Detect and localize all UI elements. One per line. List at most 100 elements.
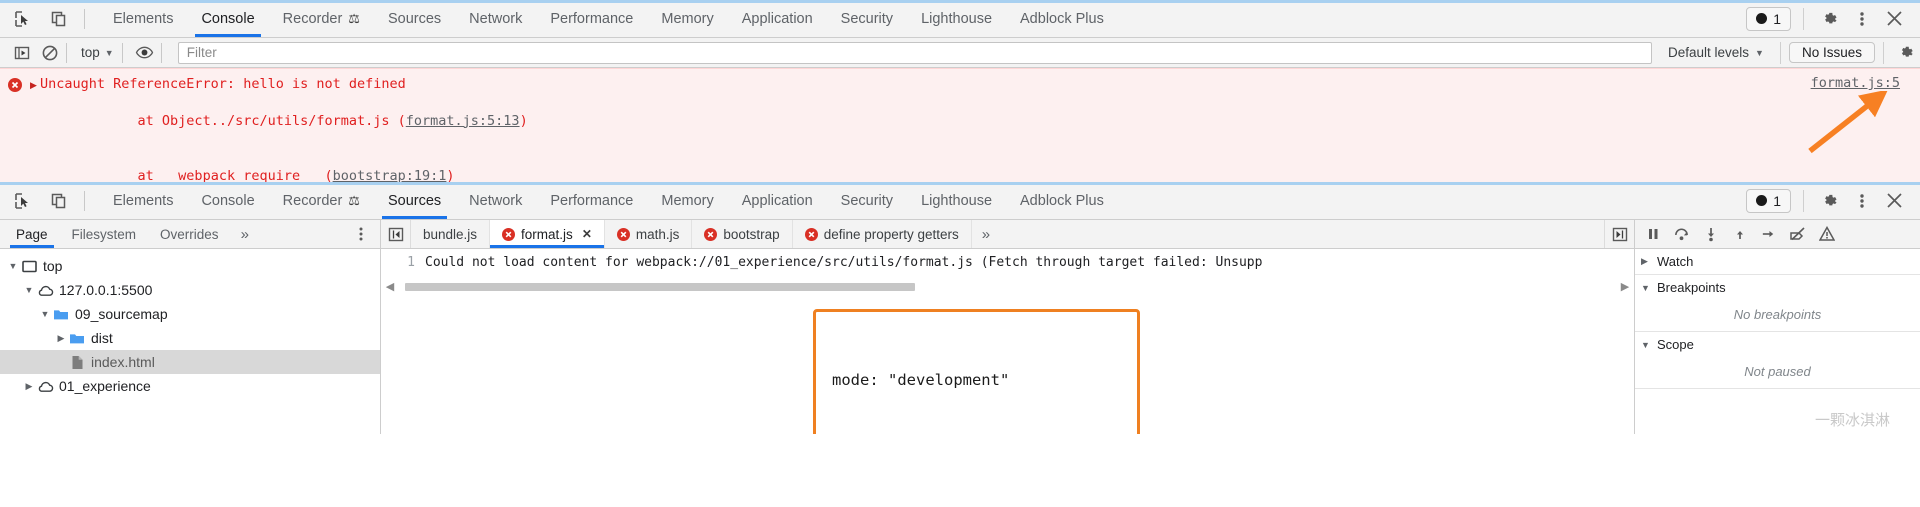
- tree-item-folder-09sourcemap[interactable]: ▼ 09_sourcemap: [0, 302, 380, 326]
- clear-console-icon[interactable]: [36, 41, 64, 65]
- stack-link[interactable]: bootstrap:19:1: [333, 168, 447, 182]
- live-expression-eye-icon[interactable]: [131, 41, 159, 65]
- twisty-open-icon[interactable]: ▼: [1641, 283, 1651, 293]
- step-over-icon[interactable]: [1668, 222, 1695, 246]
- twisty-closed-icon[interactable]: ▶: [54, 333, 68, 344]
- sources-top-tabbar: Elements Console Recorder ⚖ Sources Netwo…: [0, 182, 1920, 220]
- step-icon[interactable]: [1755, 222, 1782, 246]
- tab-performance[interactable]: Performance: [536, 182, 647, 219]
- no-issues-button[interactable]: No Issues: [1788, 42, 1875, 63]
- device-toolbar-icon[interactable]: [46, 188, 72, 214]
- device-toolbar-icon[interactable]: [46, 6, 72, 32]
- folder-icon: [52, 308, 70, 321]
- inspect-element-icon[interactable]: [10, 6, 36, 32]
- tab-application[interactable]: Application: [728, 0, 827, 37]
- nav-tab-page[interactable]: Page: [4, 220, 60, 248]
- log-levels-select[interactable]: Default levels ▼: [1660, 45, 1772, 60]
- execution-context-select[interactable]: top ▼: [75, 45, 120, 60]
- scroll-right-icon[interactable]: ▶: [1618, 280, 1632, 293]
- inspect-element-icon[interactable]: [10, 188, 36, 214]
- more-options-icon[interactable]: [1848, 5, 1876, 33]
- tab-network[interactable]: Network: [455, 182, 536, 219]
- expand-arrow-icon[interactable]: ▶: [30, 80, 37, 91]
- console-error-message[interactable]: ▶ Uncaught ReferenceError: hello is not …: [0, 68, 1920, 182]
- debugger-section-scope: ▼ Scope Not paused: [1635, 332, 1920, 389]
- tab-network[interactable]: Network: [455, 0, 536, 37]
- toolbar-separator: [84, 190, 85, 211]
- error-count-badge[interactable]: 1: [1746, 188, 1791, 213]
- nav-tab-filesystem[interactable]: Filesystem: [60, 220, 149, 248]
- breakpoints-section-header[interactable]: ▼ Breakpoints: [1635, 275, 1920, 300]
- scroll-left-icon[interactable]: ◀: [383, 280, 397, 293]
- stack-link[interactable]: format.js:5:13: [406, 113, 520, 129]
- editor-tab-define-property-getters[interactable]: define property getters: [793, 220, 972, 248]
- show-navigator-icon[interactable]: [1604, 220, 1634, 248]
- tree-item-origin[interactable]: ▼ 127.0.0.1:5500: [0, 278, 380, 302]
- pause-on-exceptions-icon[interactable]: [1813, 222, 1840, 246]
- tab-elements[interactable]: Elements: [99, 0, 187, 37]
- tab-lighthouse[interactable]: Lighthouse: [907, 0, 1006, 37]
- tab-adblock-plus[interactable]: Adblock Plus: [1006, 0, 1118, 37]
- stack-suffix: ): [446, 168, 455, 182]
- tab-application[interactable]: Application: [728, 182, 827, 219]
- console-settings-gear-icon[interactable]: [1892, 39, 1920, 67]
- pause-script-icon[interactable]: [1639, 222, 1666, 246]
- tree-item-folder-dist[interactable]: ▶ dist: [0, 326, 380, 350]
- step-out-icon[interactable]: [1726, 222, 1753, 246]
- close-icon[interactable]: ✕: [582, 227, 592, 241]
- navigator-overflow-icon[interactable]: »: [231, 220, 259, 248]
- settings-gear-icon[interactable]: [1816, 187, 1844, 215]
- scrollbar-thumb[interactable]: [405, 282, 915, 291]
- console-filter-input[interactable]: [177, 41, 1652, 64]
- tree-item-file-index-html[interactable]: index.html: [0, 350, 380, 374]
- tab-memory[interactable]: Memory: [647, 182, 727, 219]
- tab-elements[interactable]: Elements: [99, 182, 187, 219]
- watch-section-header[interactable]: ▶ Watch: [1635, 249, 1920, 274]
- devtools-console-window: Elements Console Recorder ⚖ Sources Netwo…: [0, 0, 1920, 182]
- editor-tab-format-js[interactable]: format.js ✕: [490, 220, 605, 248]
- tree-item-origin-01experience[interactable]: ▶ 01_experience: [0, 374, 380, 398]
- editor-tab-bootstrap[interactable]: bootstrap: [692, 220, 793, 248]
- tab-security[interactable]: Security: [827, 182, 907, 219]
- navigator-more-options-icon[interactable]: [342, 220, 380, 248]
- twisty-open-icon[interactable]: ▼: [22, 285, 36, 295]
- tab-sources[interactable]: Sources: [374, 182, 455, 219]
- tab-security[interactable]: Security: [827, 0, 907, 37]
- tab-console[interactable]: Console: [187, 0, 268, 37]
- error-count-badge[interactable]: 1: [1746, 6, 1791, 31]
- settings-gear-icon[interactable]: [1816, 5, 1844, 33]
- twisty-open-icon[interactable]: ▼: [6, 261, 20, 271]
- editor-tabs-overflow-icon[interactable]: »: [972, 220, 1000, 248]
- editor-horizontal-scrollbar[interactable]: ◀ ▶: [381, 279, 1634, 293]
- twisty-open-icon[interactable]: ▼: [38, 309, 52, 319]
- twisty-closed-icon[interactable]: ▶: [22, 381, 36, 392]
- tab-console[interactable]: Console: [187, 182, 268, 219]
- more-options-icon[interactable]: [1848, 187, 1876, 215]
- step-into-icon[interactable]: [1697, 222, 1724, 246]
- tab-recorder[interactable]: Recorder ⚖: [269, 0, 374, 37]
- deactivate-breakpoints-icon[interactable]: [1784, 222, 1811, 246]
- tab-label: Memory: [661, 10, 714, 27]
- error-source-link[interactable]: format.js:5: [1811, 75, 1900, 91]
- editor-tab-navigation-icon[interactable]: [381, 220, 411, 248]
- twisty-open-icon[interactable]: ▼: [1641, 340, 1651, 350]
- scope-section-header[interactable]: ▼ Scope: [1635, 332, 1920, 357]
- nav-tab-overrides[interactable]: Overrides: [148, 220, 231, 248]
- close-devtools-icon[interactable]: [1880, 5, 1908, 33]
- editor-content[interactable]: 1 Could not load content for webpack://0…: [381, 249, 1634, 434]
- clear-console-sidebar-icon[interactable]: [8, 41, 36, 65]
- tab-performance[interactable]: Performance: [536, 0, 647, 37]
- editor-tab-math-js[interactable]: math.js: [605, 220, 693, 248]
- tab-memory[interactable]: Memory: [647, 0, 727, 37]
- tab-adblock-plus[interactable]: Adblock Plus: [1006, 182, 1118, 219]
- tab-lighthouse[interactable]: Lighthouse: [907, 182, 1006, 219]
- close-devtools-icon[interactable]: [1880, 187, 1908, 215]
- editor-tab-bundle-js[interactable]: bundle.js: [411, 220, 491, 248]
- scrollbar-track[interactable]: [397, 281, 1618, 292]
- tree-item-top[interactable]: ▼ top: [0, 254, 380, 278]
- tab-sources[interactable]: Sources: [374, 0, 455, 37]
- tab-recorder[interactable]: Recorder ⚖: [269, 182, 374, 219]
- tab-label: Memory: [661, 192, 714, 209]
- twisty-closed-icon[interactable]: ▶: [1641, 256, 1651, 267]
- sources-navigator: Page Filesystem Overrides » ▼ top ▼ 127.…: [0, 220, 381, 434]
